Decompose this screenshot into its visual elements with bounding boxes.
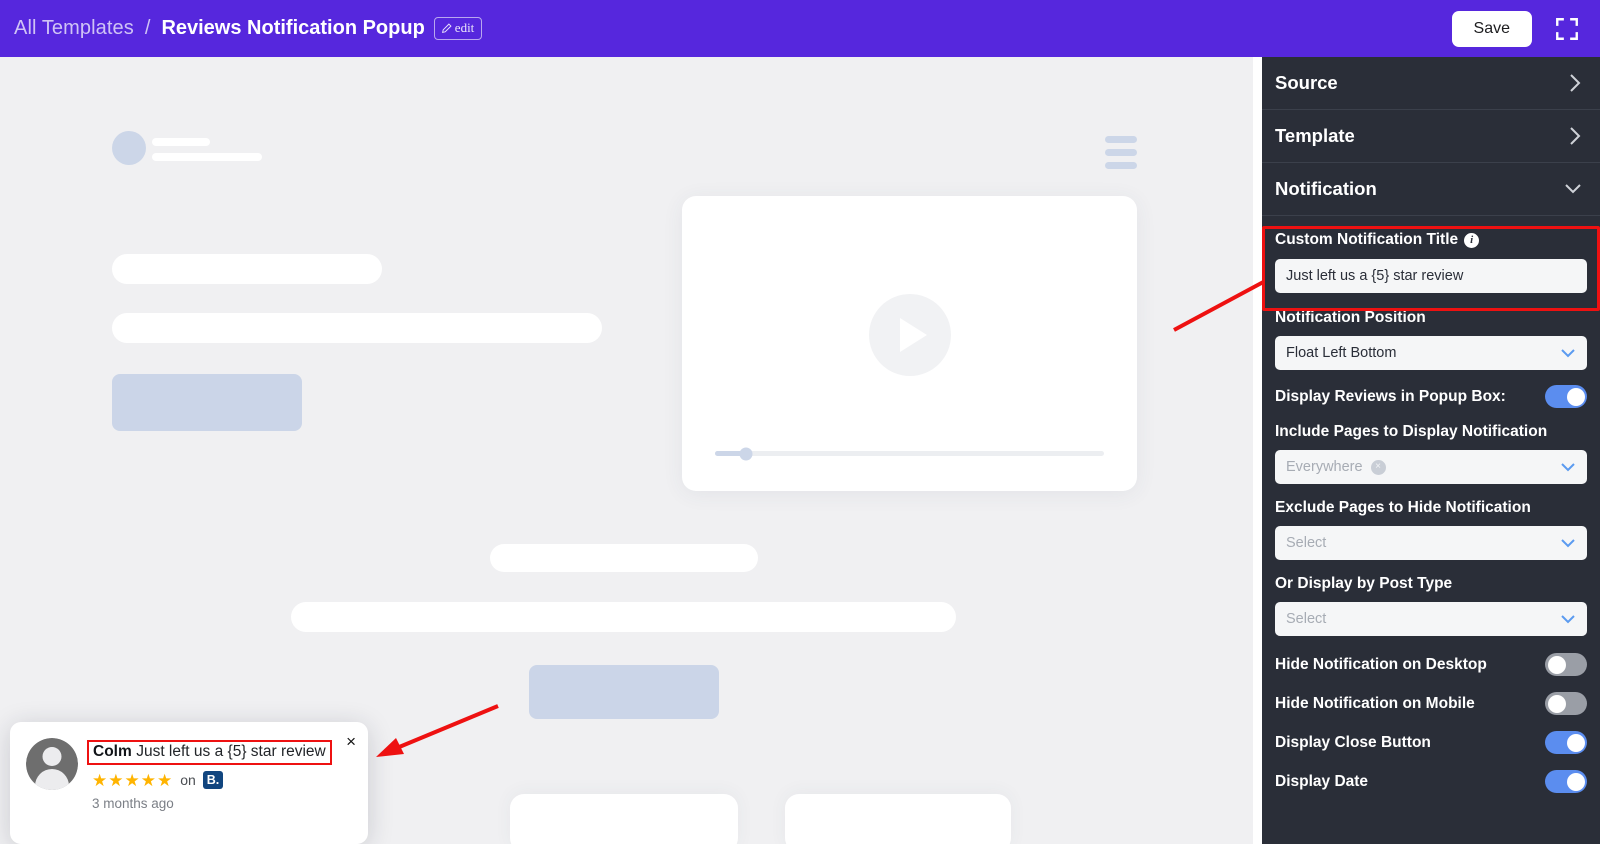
skeleton-button xyxy=(529,665,719,719)
include-pages-chip: Everywhere xyxy=(1286,459,1363,475)
sidebar-section-template-label: Template xyxy=(1275,125,1355,146)
sidebar-section-source-label: Source xyxy=(1275,72,1338,93)
skeleton-line xyxy=(152,153,262,161)
display-reviews-toggle[interactable] xyxy=(1545,385,1587,408)
custom-title-label-row: Custom Notification Title i xyxy=(1275,231,1587,249)
fullscreen-icon[interactable] xyxy=(1554,16,1580,42)
chevron-down-icon xyxy=(1561,463,1575,472)
chevron-down-icon xyxy=(1561,349,1575,358)
on-label: on xyxy=(180,772,196,789)
chevron-down-icon xyxy=(1565,184,1581,194)
notification-rating-row: ★★★★★ on B. xyxy=(92,770,354,790)
hamburger-menu-icon[interactable] xyxy=(1105,136,1137,175)
skeleton-avatar xyxy=(112,131,146,165)
chevron-down-icon xyxy=(1561,539,1575,548)
exclude-pages-select[interactable]: Select xyxy=(1275,526,1587,560)
page-title: Reviews Notification Popup xyxy=(161,17,425,39)
custom-title-input[interactable] xyxy=(1275,259,1587,293)
exclude-pages-label: Exclude Pages to Hide Notification xyxy=(1275,499,1531,516)
close-button-toggle[interactable] xyxy=(1545,731,1587,754)
pencil-icon xyxy=(441,22,452,33)
skeleton-block xyxy=(291,602,956,632)
sidebar-section-template[interactable]: Template xyxy=(1262,110,1600,163)
edit-label: edit xyxy=(454,20,475,35)
hide-desktop-row: Hide Notification on Desktop xyxy=(1275,653,1587,676)
post-type-placeholder: Select xyxy=(1286,611,1327,627)
display-reviews-row: Display Reviews in Popup Box: xyxy=(1275,385,1587,408)
hide-mobile-row: Hide Notification on Mobile xyxy=(1275,692,1587,715)
chevron-down-icon xyxy=(1561,615,1575,624)
skeleton-card xyxy=(785,794,1011,844)
settings-sidebar: Source Template Notification Custom Noti… xyxy=(1262,57,1600,844)
notification-popup-preview[interactable]: Colm Just left us a {5} star review ★★★★… xyxy=(10,722,368,844)
video-progress-knob[interactable] xyxy=(739,447,753,460)
skeleton-card xyxy=(510,794,738,844)
top-bar: All Templates / Reviews Notification Pop… xyxy=(0,0,1600,57)
video-progress-slider[interactable] xyxy=(715,447,1104,460)
avatar-placeholder-icon xyxy=(26,738,78,790)
source-badge-icon: B. xyxy=(202,771,224,790)
notification-position-value: Float Left Bottom xyxy=(1286,345,1397,361)
breadcrumb-all-templates[interactable]: All Templates xyxy=(14,17,134,40)
notification-position-select[interactable]: Float Left Bottom xyxy=(1275,336,1587,370)
hide-mobile-toggle[interactable] xyxy=(1545,692,1587,715)
app-root: All Templates / Reviews Notification Pop… xyxy=(0,0,1600,844)
include-pages-select[interactable]: Everywhere × xyxy=(1275,450,1587,484)
hide-mobile-label: Hide Notification on Mobile xyxy=(1275,694,1475,712)
chevron-right-icon xyxy=(1570,127,1581,145)
notification-timestamp: 3 months ago xyxy=(92,796,174,812)
save-button[interactable]: Save xyxy=(1451,10,1532,47)
display-date-toggle[interactable] xyxy=(1545,770,1587,793)
skeleton-block xyxy=(490,544,758,572)
hide-desktop-toggle[interactable] xyxy=(1545,653,1587,676)
skeleton-button xyxy=(112,374,302,431)
notification-message: Just left us a {5} star review xyxy=(136,743,326,760)
close-button-row: Display Close Button xyxy=(1275,731,1587,754)
position-label: Notification Position xyxy=(1275,309,1426,326)
close-button-label: Display Close Button xyxy=(1275,733,1431,751)
close-icon[interactable]: × xyxy=(346,733,356,750)
skeleton-block xyxy=(112,313,602,343)
remove-chip-icon[interactable]: × xyxy=(1370,459,1386,475)
edit-template-name-button[interactable]: edit xyxy=(433,17,483,40)
display-date-row: Display Date xyxy=(1275,770,1587,793)
reviewer-name: Colm xyxy=(93,743,132,760)
sidebar-section-notification[interactable]: Notification xyxy=(1262,163,1600,216)
skeleton-block xyxy=(112,254,382,284)
hide-desktop-label: Hide Notification on Desktop xyxy=(1275,655,1487,673)
notification-title-highlight: Colm Just left us a {5} star review xyxy=(87,740,332,765)
star-rating-icon: ★★★★★ xyxy=(92,770,174,790)
info-icon[interactable]: i xyxy=(1464,232,1480,248)
top-bar-actions: Save xyxy=(1451,10,1580,47)
notification-body: Colm Just left us a {5} star review ★★★★… xyxy=(87,738,354,844)
video-preview-card xyxy=(682,196,1137,491)
custom-title-label: Custom Notification Title xyxy=(1275,231,1459,248)
breadcrumb-separator: / xyxy=(144,17,151,39)
post-type-select[interactable]: Select xyxy=(1275,602,1587,636)
chevron-right-icon xyxy=(1570,74,1581,92)
skeleton-line xyxy=(152,138,210,146)
display-date-label: Display Date xyxy=(1275,772,1369,790)
post-type-label: Or Display by Post Type xyxy=(1275,575,1453,592)
include-pages-label: Include Pages to Display Notification xyxy=(1275,423,1548,440)
play-icon[interactable] xyxy=(868,293,951,376)
sidebar-section-notification-label: Notification xyxy=(1275,178,1377,199)
notification-settings-panel: Custom Notification Title i Notification… xyxy=(1262,216,1600,793)
display-reviews-label: Display Reviews in Popup Box: xyxy=(1275,387,1506,405)
exclude-pages-placeholder: Select xyxy=(1286,535,1327,551)
sidebar-section-source[interactable]: Source xyxy=(1262,57,1600,110)
